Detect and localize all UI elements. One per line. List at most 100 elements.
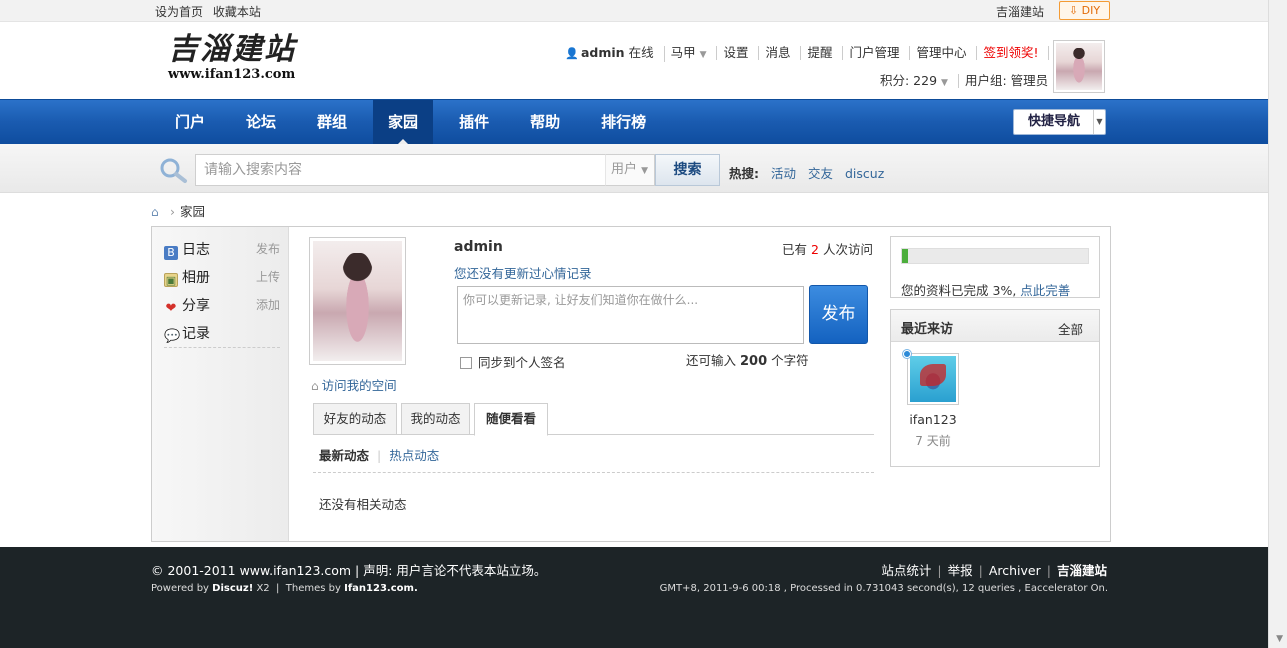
search-button[interactable]: 搜索 bbox=[655, 154, 720, 186]
logo-url: www.ifan123.com bbox=[168, 67, 296, 82]
visit-count: 已有 2 人次访问 bbox=[782, 242, 873, 257]
heart-icon: ❤ bbox=[165, 301, 177, 316]
themes-link[interactable]: Ifan123.com. bbox=[344, 583, 418, 594]
view-all-visitors-link[interactable]: 全部 bbox=[1058, 319, 1083, 338]
hot-term-discuz[interactable]: discuz bbox=[845, 166, 884, 181]
subtab-hot[interactable]: 热点动态 bbox=[389, 448, 439, 463]
blog-icon: B bbox=[164, 246, 178, 260]
header: 吉淄建站 www.ifan123.com 👤 admin 在线 马甲 ▼ 设置 … bbox=[0, 23, 1268, 99]
feed-subtabs: 最新动态 | 热点动态 bbox=[319, 448, 440, 463]
messages-link[interactable]: 消息 bbox=[758, 46, 796, 60]
diy-button[interactable]: ⇩ DIY bbox=[1059, 1, 1110, 20]
breadcrumb-current: 家园 bbox=[180, 204, 206, 219]
vest-menu[interactable]: 马甲 ▼ bbox=[663, 46, 713, 62]
blog-publish-link[interactable]: 发布 bbox=[256, 240, 280, 257]
visitor-avatar[interactable] bbox=[907, 353, 959, 405]
footer: © 2001-2011 www.ifan123.com | 声明: 用户言论不代… bbox=[0, 547, 1268, 648]
album-upload-link[interactable]: 上传 bbox=[256, 268, 280, 285]
sync-signature[interactable]: 同步到个人签名 bbox=[460, 352, 566, 371]
sidebar-item-record[interactable]: 💬 记录 bbox=[164, 323, 282, 345]
album-icon: ▣ bbox=[164, 273, 178, 287]
tab-my-feed[interactable]: 我的动态 bbox=[401, 403, 470, 435]
sidebar-item-blog[interactable]: B 日志 发布 bbox=[164, 239, 282, 261]
speech-bubble-icon: 💬 bbox=[164, 329, 181, 344]
site-name-link[interactable]: 吉淄建站 bbox=[996, 3, 1044, 20]
profile-avatar[interactable] bbox=[309, 237, 406, 365]
bookmark-link[interactable]: 收藏本站 bbox=[213, 5, 261, 19]
hot-search-label: 热搜: bbox=[729, 166, 759, 181]
subtab-latest[interactable]: 最新动态 bbox=[319, 448, 369, 463]
remaining-chars: 还可输入 200 个字符 bbox=[686, 353, 809, 369]
nav-plugin[interactable]: 插件 bbox=[444, 100, 504, 144]
share-add-link[interactable]: 添加 bbox=[256, 296, 280, 313]
profile-completion: 您的资料已完成 3%, 点此完善 bbox=[890, 236, 1100, 298]
publish-button[interactable]: 发布 bbox=[809, 285, 868, 344]
empty-feed-message: 还没有相关动态 bbox=[319, 497, 407, 512]
home-icon: ⌂ bbox=[311, 379, 319, 393]
nav-ranking[interactable]: 排行榜 bbox=[586, 100, 661, 144]
footer-links: 站点统计 | 举报 | Archiver | 吉淄建站 bbox=[881, 563, 1107, 578]
recent-visitors: 最近来访 全部 ifan123 7 天前 bbox=[890, 309, 1100, 467]
notifications-link[interactable]: 提醒 bbox=[800, 46, 838, 60]
nav-help[interactable]: 帮助 bbox=[515, 100, 575, 144]
user-menu: 👤 admin 在线 马甲 ▼ 设置 消息 提醒 门户管理 管理中心 签到领奖!… bbox=[565, 45, 1086, 62]
username-link[interactable]: admin bbox=[581, 45, 625, 60]
points-menu[interactable]: 积分: 229 ▼ bbox=[880, 74, 954, 90]
home-icon[interactable]: ⌂ bbox=[151, 205, 165, 219]
page: 设为首页 收藏本站 吉淄建站 ⇩ DIY 吉淄建站 www.ifan123.co… bbox=[0, 0, 1268, 648]
site-logo[interactable]: 吉淄建站 www.ifan123.com bbox=[168, 33, 318, 89]
tab-friends-feed[interactable]: 好友的动态 bbox=[313, 403, 397, 435]
main-nav: 门户 论坛 群组 家园 插件 帮助 排行榜 快捷导航 ▼ bbox=[0, 99, 1268, 145]
sidebar-item-album[interactable]: ▣ 相册 上传 bbox=[164, 267, 282, 289]
admin-center-link[interactable]: 管理中心 bbox=[909, 46, 972, 60]
caret-down-icon: ▼ bbox=[641, 166, 649, 176]
discuz-link[interactable]: Discuz! bbox=[212, 583, 253, 594]
mood-input[interactable]: 你可以更新记录, 让好友们知道你在做什么... bbox=[457, 286, 804, 344]
search-type-select[interactable]: 用户 ▼ bbox=[605, 154, 655, 186]
scroll-down-icon[interactable]: ▼ bbox=[1276, 634, 1283, 644]
hot-term-dating[interactable]: 交友 bbox=[808, 166, 833, 181]
search-bar: 请输入搜索内容 用户 ▼ 搜索 热搜: 活动 交友 discuz bbox=[0, 144, 1268, 193]
footer-powered: Powered by Discuz! X2 | Themes by Ifan12… bbox=[151, 583, 418, 594]
sidebar-divider bbox=[164, 347, 280, 348]
hot-term-activity[interactable]: 活动 bbox=[771, 166, 796, 181]
page-scrollbar[interactable]: ▼ bbox=[1268, 0, 1287, 648]
completion-text: 您的资料已完成 bbox=[901, 283, 989, 298]
main-content: B 日志 发布 ▣ 相册 上传 ❤ 分享 添加 💬 记录 ⌂ 访问我的空间 admin 已 bbox=[151, 226, 1111, 542]
tab-browse[interactable]: 随便看看 bbox=[474, 403, 548, 436]
feed-divider bbox=[313, 472, 874, 473]
user-stats: 积分: 229 ▼ 用户组: 管理员 bbox=[880, 73, 1054, 90]
top-bar: 设为首页 收藏本站 吉淄建站 ⇩ DIY bbox=[0, 0, 1268, 22]
no-mood-link[interactable]: 您还没有更新过心情记录 bbox=[454, 263, 592, 282]
nav-group[interactable]: 群组 bbox=[302, 100, 362, 144]
sync-checkbox[interactable] bbox=[460, 357, 472, 369]
user-group-link[interactable]: 用户组: 管理员 bbox=[957, 74, 1054, 88]
visitor-name[interactable]: ifan123 bbox=[891, 412, 975, 427]
complete-profile-link[interactable]: 点此完善 bbox=[1020, 283, 1070, 298]
report-link[interactable]: 举报 bbox=[948, 563, 973, 578]
footer-site-link[interactable]: 吉淄建站 bbox=[1057, 563, 1107, 578]
set-home-link[interactable]: 设为首页 bbox=[155, 5, 203, 19]
nav-portal[interactable]: 门户 bbox=[160, 100, 220, 144]
breadcrumb: ⌂ › 家园 bbox=[151, 201, 205, 220]
quick-nav-button[interactable]: 快捷导航 ▼ bbox=[1013, 109, 1106, 135]
archiver-link[interactable]: Archiver bbox=[989, 563, 1041, 578]
header-avatar[interactable] bbox=[1053, 40, 1105, 93]
search-icon bbox=[160, 158, 187, 183]
sidebar-item-share[interactable]: ❤ 分享 添加 bbox=[164, 295, 282, 317]
completion-percent: 3%, bbox=[992, 283, 1017, 298]
visit-space-link[interactable]: ⌂ 访问我的空间 bbox=[311, 375, 397, 394]
online-indicator-icon bbox=[903, 350, 911, 358]
feed-tabs: 好友的动态 我的动态 随便看看 bbox=[313, 403, 874, 436]
sign-in-reward-link[interactable]: 签到领奖! bbox=[976, 46, 1044, 60]
user-icon: 👤 bbox=[565, 47, 579, 60]
portal-admin-link[interactable]: 门户管理 bbox=[842, 46, 905, 60]
site-stats-link[interactable]: 站点统计 bbox=[881, 563, 931, 578]
search-input[interactable]: 请输入搜索内容 bbox=[195, 154, 606, 186]
profile-username[interactable]: admin bbox=[454, 239, 503, 255]
nav-home[interactable]: 家园 bbox=[373, 100, 434, 145]
hot-search: 热搜: 活动 交友 discuz bbox=[729, 163, 892, 182]
nav-forum[interactable]: 论坛 bbox=[231, 100, 291, 144]
settings-link[interactable]: 设置 bbox=[716, 46, 754, 60]
online-status: 在线 bbox=[628, 45, 654, 60]
